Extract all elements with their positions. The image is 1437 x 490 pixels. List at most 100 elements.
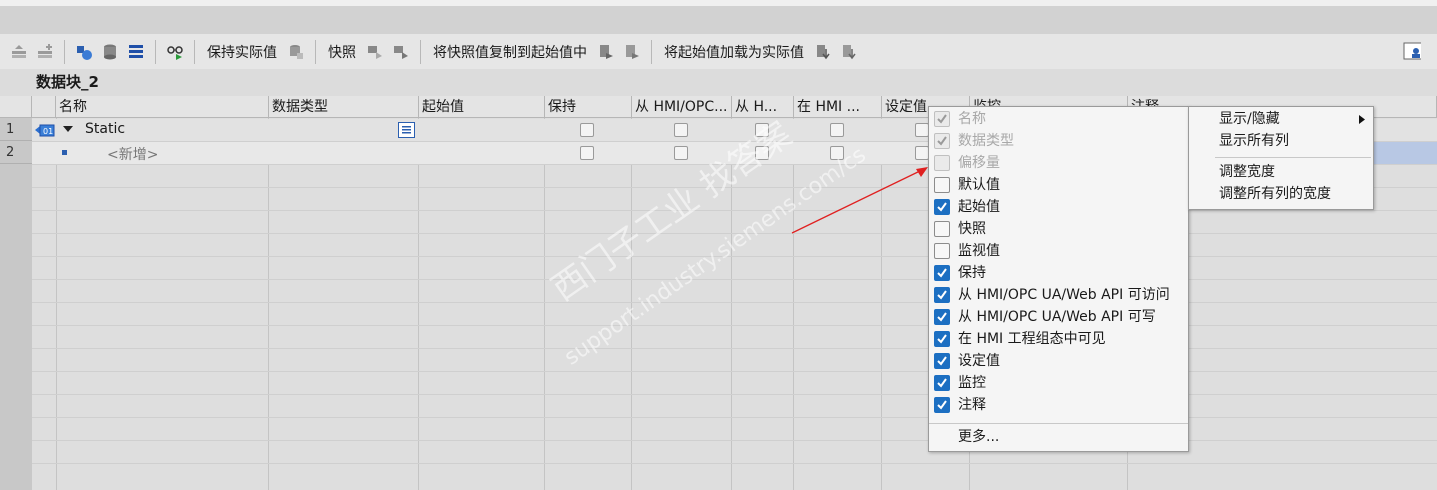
column-visibility-menu: 更多... 名称 数据类型 偏移量 默认值 起始值 快照 监视值 保持从 HMI/OPC UA… (928, 106, 1189, 452)
load-all-icon[interactable] (623, 43, 641, 61)
column-toggle-item[interactable]: 从 HMI/OPC UA/Web API 可访问 (929, 284, 1188, 306)
column-header-hmi-access[interactable]: 从 HMI/OPC... (632, 96, 732, 118)
checked-checkbox-icon[interactable] (934, 331, 950, 347)
icon-column-header (32, 96, 56, 118)
column-toggle-item[interactable]: 在 HMI 工程组态中可见 (929, 328, 1188, 350)
block-title: 数据块_2 (36, 73, 99, 91)
column-toggle-label: 在 HMI 工程组态中可见 (958, 331, 1106, 347)
menu-separator (1215, 157, 1371, 158)
checked-checkbox-icon (934, 133, 950, 149)
show-all-columns-item[interactable]: 显示所有列 (1189, 130, 1373, 152)
checked-checkbox-icon[interactable] (934, 309, 950, 325)
adjust-width-item[interactable]: 调整宽度 (1189, 161, 1373, 183)
insert-row-icon[interactable] (10, 43, 28, 61)
toolbar: 保持实际值 快照 将快照值复制到起始值中 将起始值加载为实际值 (0, 34, 1437, 69)
snapshot-button[interactable]: 快照 (328, 42, 356, 62)
column-toggle-label: 从 HMI/OPC UA/Web API 可访问 (958, 287, 1170, 303)
column-toggle-item[interactable]: 默认值 (929, 174, 1188, 196)
column-header-datatype[interactable]: 数据类型 (269, 96, 419, 118)
column-toggle-label: 偏移量 (958, 155, 1000, 171)
toolbar-separator (155, 39, 156, 64)
checked-checkbox-icon[interactable] (934, 353, 950, 369)
download-all-db-icon[interactable] (840, 43, 858, 61)
expand-icon[interactable] (75, 43, 93, 61)
row-name-new[interactable]: <新增> (107, 144, 158, 164)
column-toggle-item[interactable]: 监视值 (929, 240, 1188, 262)
hmi-visible-checkbox[interactable] (830, 123, 844, 137)
datatype-browse-icon[interactable] (398, 122, 415, 138)
keep-actual-values-button[interactable]: 保持实际值 (207, 42, 277, 62)
column-header-start-value[interactable]: 起始值 (419, 96, 545, 118)
column-toggle-item[interactable]: 保持 (929, 262, 1188, 284)
row-number[interactable]: 2 (0, 142, 32, 164)
column-toggle-label: 监视值 (958, 243, 1000, 259)
hmi-write-checkbox[interactable] (755, 123, 769, 137)
column-toggle-item[interactable]: 监控 (929, 372, 1188, 394)
adjust-all-width-label: 调整所有列的宽度 (1219, 186, 1331, 202)
setpoint-checkbox[interactable] (915, 123, 929, 137)
checked-checkbox-icon[interactable] (934, 375, 950, 391)
menu-separator (929, 423, 1188, 424)
unchecked-checkbox-icon[interactable] (934, 177, 950, 193)
column-toggle-label: 监控 (958, 375, 986, 391)
submenu-arrow-icon (1359, 115, 1365, 124)
column-toggle-item[interactable]: 起始值 (929, 196, 1188, 218)
add-row-icon[interactable] (36, 43, 54, 61)
toolbar-separator (64, 39, 65, 64)
row-number-header (0, 96, 32, 118)
expand-arrow-icon[interactable] (62, 123, 74, 139)
download-db-icon[interactable] (814, 43, 832, 61)
more-label: 更多... (958, 429, 1000, 445)
snapshot-db-icon[interactable] (287, 43, 305, 61)
load-start-as-actual-button[interactable]: 将起始值加载为实际值 (664, 42, 804, 62)
row-number[interactable]: 1 (0, 119, 32, 141)
selected-row-highlight (1372, 142, 1437, 164)
column-header-name[interactable]: 名称 (56, 96, 269, 118)
toolbar-separator (315, 39, 316, 64)
new-row-marker-icon (62, 150, 67, 155)
column-header-hmi-write[interactable]: 从 H... (732, 96, 794, 118)
copy-to-start-icon[interactable] (392, 43, 410, 61)
copy-snapshot-to-start-button[interactable]: 将快照值复制到起始值中 (433, 42, 587, 62)
editor-titlebar (0, 6, 1437, 34)
hmi-visible-checkbox[interactable] (830, 146, 844, 160)
hmi-write-checkbox[interactable] (755, 146, 769, 160)
column-toggle-item[interactable]: 注释 (929, 394, 1188, 416)
hmi-access-checkbox[interactable] (674, 123, 688, 137)
unchecked-checkbox-icon (934, 155, 950, 171)
column-toggle-item[interactable]: 快照 (929, 218, 1188, 240)
static-block-icon: 01 (35, 124, 55, 141)
toolbar-separator (194, 39, 195, 64)
retain-checkbox[interactable] (580, 123, 594, 137)
copy-snapshot-icon[interactable] (366, 43, 384, 61)
setpoint-checkbox[interactable] (915, 146, 929, 160)
show-all-label: 显示所有列 (1219, 133, 1289, 149)
hmi-access-checkbox[interactable] (674, 146, 688, 160)
column-header-retain[interactable]: 保持 (545, 96, 632, 118)
unchecked-checkbox-icon[interactable] (934, 243, 950, 259)
column-toggle-item[interactable]: 设定值 (929, 350, 1188, 372)
show-hide-menu-item[interactable]: 显示/隐藏 (1189, 108, 1373, 130)
checked-checkbox-icon[interactable] (934, 199, 950, 215)
column-toggle-label: 从 HMI/OPC UA/Web API 可写 (958, 309, 1156, 325)
list-view-icon[interactable] (127, 43, 145, 61)
row-name-static[interactable]: Static (85, 121, 125, 137)
unchecked-checkbox-icon[interactable] (934, 221, 950, 237)
checked-checkbox-icon[interactable] (934, 265, 950, 281)
column-toggle-item: 偏移量 (929, 152, 1188, 174)
data-block-icon[interactable] (101, 43, 119, 61)
load-icon[interactable] (597, 43, 615, 61)
retain-checkbox[interactable] (580, 146, 594, 160)
row-header-column (0, 118, 32, 490)
monitor-glasses-icon[interactable] (166, 43, 184, 61)
checked-checkbox-icon[interactable] (934, 287, 950, 303)
column-toggle-item[interactable]: 从 HMI/OPC UA/Web API 可写 (929, 306, 1188, 328)
adjust-all-width-item[interactable]: 调整所有列的宽度 (1189, 183, 1373, 205)
checked-checkbox-icon[interactable] (934, 397, 950, 413)
column-toggle-label: 注释 (958, 397, 986, 413)
column-toggle-label: 默认值 (958, 177, 1000, 193)
annotation-arrow (791, 167, 928, 234)
user-view-icon[interactable] (1403, 42, 1421, 60)
column-header-hmi-visible[interactable]: 在 HMI ... (794, 96, 882, 118)
more-menu-item[interactable]: 更多... (929, 426, 1188, 448)
